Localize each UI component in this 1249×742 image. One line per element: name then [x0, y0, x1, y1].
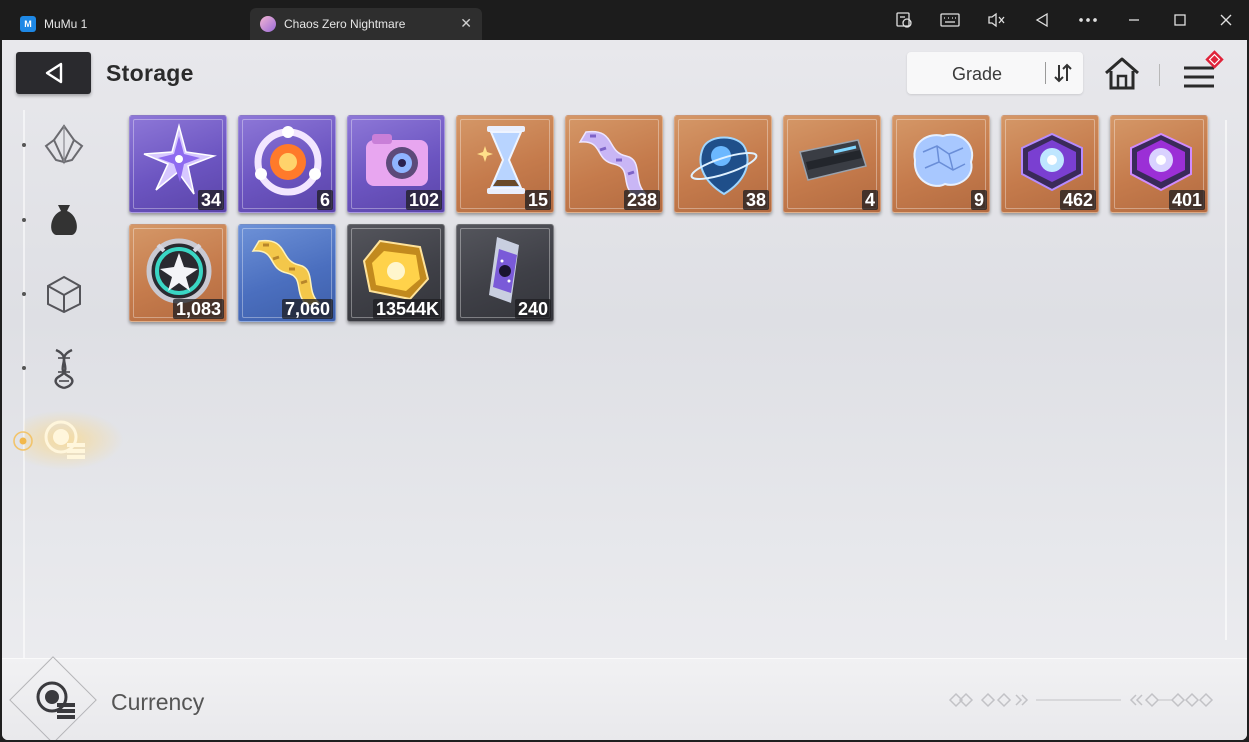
- galaxy-capsule-icon: [489, 237, 519, 303]
- item-galaxy-capsule[interactable]: 240: [456, 224, 554, 322]
- rail-dot: [22, 292, 26, 296]
- game-viewport: Storage Grade 34 6 102 15 238 38 4 9 462…: [2, 40, 1247, 740]
- cube-icon: [47, 275, 81, 314]
- film-ribbon-icon: [578, 130, 648, 197]
- item-gold-film-ribbon[interactable]: 7,060: [238, 224, 336, 322]
- minimize-icon[interactable]: [1111, 0, 1157, 40]
- footer-decoration-icon: [948, 692, 1214, 708]
- item-count: 7,060: [281, 299, 333, 319]
- more-icon[interactable]: [1065, 0, 1111, 40]
- header-divider: [1159, 64, 1160, 86]
- mumu-logo-icon: M: [20, 16, 36, 32]
- category-currency[interactable]: [38, 414, 90, 466]
- sort-label: Grade: [951, 64, 1003, 84]
- crystal-brain-icon: [913, 133, 974, 187]
- close-window-icon[interactable]: [1203, 0, 1249, 40]
- footer-category-label: Currency: [111, 689, 205, 715]
- camera-icon: [366, 134, 428, 186]
- rail-dot: [22, 218, 26, 222]
- rail-dot: [22, 366, 26, 370]
- tab-mumu-label: MuMu 1: [44, 17, 88, 31]
- planet-drop-icon: [690, 136, 758, 196]
- dna-icon: [54, 348, 74, 390]
- page-title: Storage: [106, 60, 194, 86]
- gold-film-ribbon-icon: [251, 239, 321, 306]
- hourglass-icon: [477, 126, 525, 194]
- maximize-icon[interactable]: [1157, 0, 1203, 40]
- sort-order-icon[interactable]: [1053, 62, 1073, 84]
- item-data-chip[interactable]: 4: [783, 115, 881, 213]
- item-count: 15: [524, 190, 551, 210]
- mute-icon[interactable]: [973, 0, 1019, 40]
- data-chip-icon: [799, 139, 867, 181]
- purple-power-core-icon: [1130, 132, 1192, 192]
- sort-grade-button[interactable]: Grade: [907, 52, 1083, 94]
- keyboard-icon[interactable]: [927, 0, 973, 40]
- item-count: 240: [514, 299, 551, 319]
- menu-icon[interactable]: [1178, 50, 1228, 96]
- item-count: 6: [316, 190, 333, 210]
- tab-game-label: Chaos Zero Nightmare: [284, 17, 406, 31]
- pouch-icon: [51, 205, 77, 235]
- sort-divider: [1045, 62, 1046, 84]
- tab-mumu[interactable]: M MuMu 1: [12, 8, 248, 40]
- category-crystal[interactable]: [38, 118, 90, 170]
- item-count: 1,083: [172, 299, 224, 319]
- category-cube[interactable]: [38, 268, 90, 320]
- game-logo-icon: [260, 16, 276, 32]
- window-titlebar: M MuMu 1 Chaos Zero Nightmare ✕: [0, 0, 1249, 40]
- item-star-medal[interactable]: 1,083: [129, 224, 227, 322]
- item-count: 38: [742, 190, 769, 210]
- back-button[interactable]: [16, 52, 91, 94]
- item-crystal-brain[interactable]: 9: [892, 115, 990, 213]
- back-arrow-icon: [45, 62, 62, 84]
- item-count: 462: [1059, 190, 1096, 210]
- star-medal-icon: [146, 238, 212, 304]
- item-film-ribbon[interactable]: 238: [565, 115, 663, 213]
- window-controls: [881, 0, 1249, 40]
- scrollbar[interactable]: [1225, 120, 1227, 640]
- tab-close-icon[interactable]: ✕: [460, 15, 472, 32]
- category-dna[interactable]: [38, 342, 90, 394]
- item-gold-cube[interactable]: 13544K: [347, 224, 445, 322]
- item-count: 102: [405, 190, 442, 210]
- item-purple-power-core[interactable]: 401: [1110, 115, 1208, 213]
- gold-cube-icon: [362, 239, 430, 301]
- active-indicator-icon: [13, 431, 33, 451]
- item-purple-crystal-star[interactable]: 34: [129, 115, 227, 213]
- item-blue-power-core[interactable]: 462: [1001, 115, 1099, 213]
- crystal-star-icon: [143, 123, 217, 195]
- item-count: 401: [1168, 190, 1205, 210]
- home-icon[interactable]: [1102, 54, 1142, 94]
- item-camera[interactable]: 102: [347, 115, 445, 213]
- back-triangle-icon[interactable]: [1019, 0, 1065, 40]
- tab-game[interactable]: Chaos Zero Nightmare ✕: [250, 8, 482, 40]
- rail-dot: [22, 143, 26, 147]
- menu-notification-badge-icon: [1205, 50, 1224, 69]
- screenshot-record-icon[interactable]: [881, 0, 927, 40]
- item-count: 4: [861, 190, 878, 210]
- item-count: 9: [970, 190, 987, 210]
- item-hourglass[interactable]: 15: [456, 115, 554, 213]
- item-count: 34: [197, 190, 224, 210]
- category-bag[interactable]: [38, 193, 90, 245]
- item-orange-core-ring[interactable]: 6: [238, 115, 336, 213]
- item-count: 238: [623, 190, 660, 210]
- item-count: 13544K: [372, 299, 442, 319]
- currency-footer-icon: [36, 681, 75, 719]
- core-ring-icon: [254, 126, 322, 196]
- crystal-icon: [44, 124, 84, 165]
- currency-icon: [44, 420, 85, 459]
- blue-power-core-icon: [1021, 132, 1083, 192]
- category-footer: Currency: [2, 656, 1247, 740]
- item-planet-drop[interactable]: 38: [674, 115, 772, 213]
